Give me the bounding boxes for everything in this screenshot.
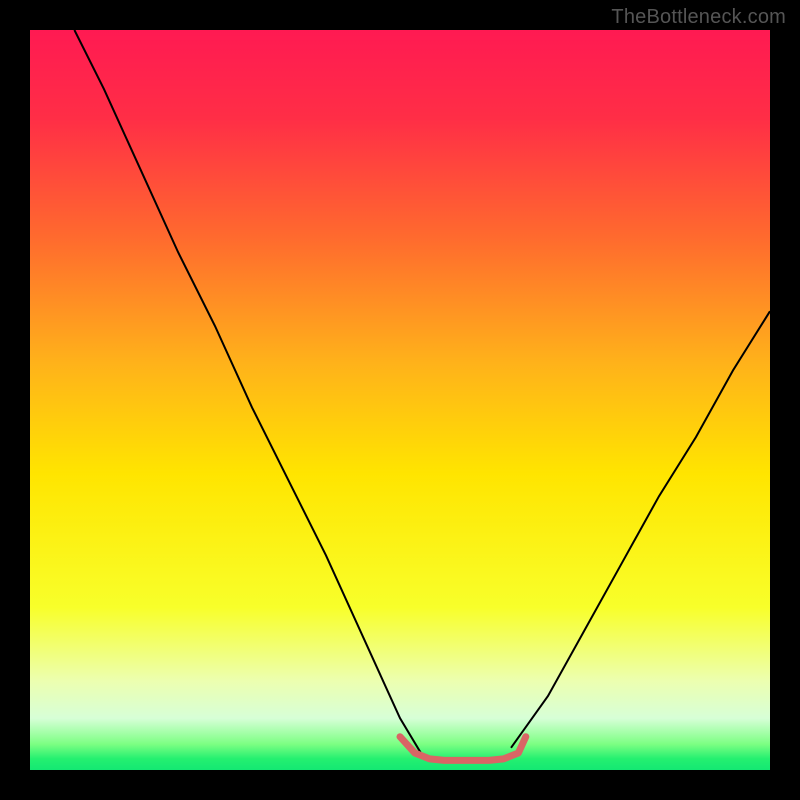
chart-svg: [30, 30, 770, 770]
chart-canvas: [30, 30, 770, 770]
chart-frame: TheBottleneck.com: [0, 0, 800, 800]
chart-background: [30, 30, 770, 770]
watermark-text: TheBottleneck.com: [611, 6, 786, 29]
